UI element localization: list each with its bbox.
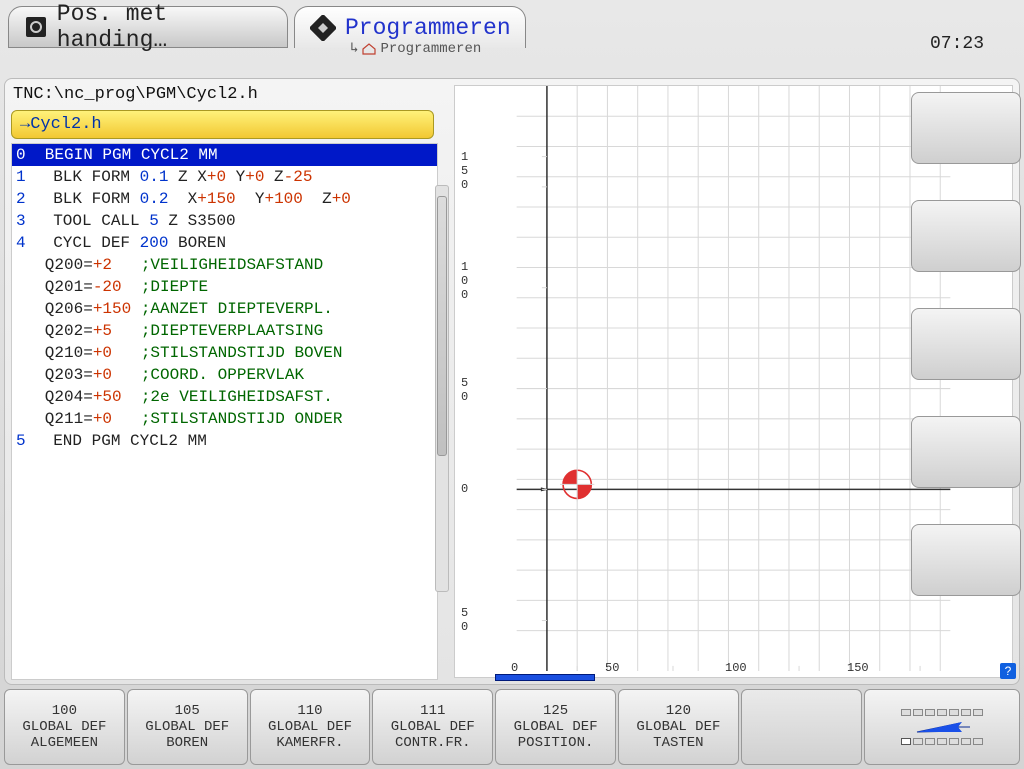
code-line-q201[interactable]: Q201=-20 ;DIEPTE	[12, 276, 437, 298]
softkey-110[interactable]: 110 GLOBAL DEF KAMERFR.	[250, 689, 371, 765]
softkey-105[interactable]: 105 GLOBAL DEF BOREN	[127, 689, 248, 765]
y-tick: 1	[461, 260, 468, 274]
tab-active-label: Programmeren	[345, 15, 511, 41]
code-line-3[interactable]: 3 TOOL CALL 5 Z S3500	[12, 210, 437, 232]
code-line-q202[interactable]: Q202=+5 ;DIEPTEVERPLAATSING	[12, 320, 437, 342]
mode-icon	[23, 13, 49, 41]
softkey-row: 100 GLOBAL DEF ALGEMEEN 105 GLOBAL DEF B…	[4, 689, 1020, 765]
side-button-5[interactable]	[911, 524, 1021, 596]
y-tick: 0	[461, 482, 468, 496]
breadcrumb: ↳ Programmeren	[350, 40, 481, 57]
y-tick: 0	[461, 390, 468, 404]
side-button-3[interactable]	[911, 308, 1021, 380]
scrollbar-thumb[interactable]	[437, 196, 447, 456]
softkey-100[interactable]: 100 GLOBAL DEF ALGEMEEN	[4, 689, 125, 765]
code-line-q211[interactable]: Q211=+0 ;STILSTANDSTIJD ONDER	[12, 408, 437, 430]
main-area: TNC:\nc_prog\PGM\Cycl2.h →Cycl2.h 0 BEGI…	[4, 78, 1020, 685]
code-line-0[interactable]: 0 BEGIN PGM CYCL2 MM	[12, 144, 437, 166]
x-tick: 50	[605, 661, 619, 675]
code-line-q210[interactable]: Q210=+0 ;STILSTANDSTIJD BOVEN	[12, 342, 437, 364]
softkey-empty[interactable]	[741, 689, 862, 765]
code-list[interactable]: 0 BEGIN PGM CYCL2 MM 1 BLK FORM 0.1 Z X+…	[11, 143, 438, 680]
graph-scroll-indicator[interactable]	[495, 674, 595, 681]
header-bar: Pos. met handing… Programmeren ↳ Program…	[0, 0, 1024, 70]
softkey-111[interactable]: 111 GLOBAL DEF CONTR.FR.	[372, 689, 493, 765]
scrollbar[interactable]	[435, 185, 449, 592]
origin-marker	[560, 467, 594, 501]
y-tick: 0	[461, 620, 468, 634]
softkey-nav[interactable]	[864, 689, 1020, 765]
softkey-125[interactable]: 125 GLOBAL DEF POSITION.	[495, 689, 616, 765]
x-tick: 150	[847, 661, 869, 675]
file-tab[interactable]: →Cycl2.h	[11, 110, 434, 139]
y-tick: 0	[461, 288, 468, 302]
code-line-1[interactable]: 1 BLK FORM 0.1 Z X+0 Y+0 Z-25	[12, 166, 437, 188]
graph-ticks	[542, 157, 920, 671]
help-icon[interactable]: ?	[1000, 663, 1016, 679]
y-tick: 0	[461, 178, 468, 192]
code-line-2[interactable]: 2 BLK FORM 0.2 X+150 Y+100 Z+0	[12, 188, 437, 210]
code-line-q206[interactable]: Q206=+150 ;AANZET DIEPTEVERPL.	[12, 298, 437, 320]
nav-dots-bottom	[901, 738, 983, 745]
x-tick: 100	[725, 661, 747, 675]
y-tick: 5	[461, 606, 468, 620]
code-line-q200[interactable]: Q200=+2 ;VEILIGHEIDSAFSTAND	[12, 254, 437, 276]
code-line-q203[interactable]: Q203=+0 ;COORD. OPPERVLAK	[12, 364, 437, 386]
side-button-2[interactable]	[911, 200, 1021, 272]
tab-inactive[interactable]: Pos. met handing…	[8, 6, 288, 48]
side-buttons	[911, 92, 1021, 596]
x-tick: 0	[511, 661, 518, 675]
breadcrumb-text: Programmeren	[380, 41, 481, 57]
code-line-5[interactable]: 5 END PGM CYCL2 MM	[12, 430, 437, 452]
y-tick: 5	[461, 376, 468, 390]
clock: 07:23	[930, 34, 984, 54]
code-pane: TNC:\nc_prog\PGM\Cycl2.h →Cycl2.h 0 BEGI…	[5, 79, 440, 684]
nav-dots-top	[901, 709, 983, 716]
arrow-icon	[912, 718, 972, 736]
arrow-icon: ↳	[350, 40, 358, 57]
code-line-q204[interactable]: Q204=+50 ;2e VEILIGHEIDSAFST.	[12, 386, 437, 408]
softkey-120[interactable]: 120 GLOBAL DEF TASTEN	[618, 689, 739, 765]
y-tick: 0	[461, 274, 468, 288]
y-tick: 5	[461, 164, 468, 178]
program-icon	[309, 14, 337, 42]
code-line-4[interactable]: 4 CYCL DEF 200 BOREN	[12, 232, 437, 254]
y-tick: 1	[461, 150, 468, 164]
home-icon	[362, 43, 376, 55]
side-button-1[interactable]	[911, 92, 1021, 164]
side-button-4[interactable]	[911, 416, 1021, 488]
path-bar: TNC:\nc_prog\PGM\Cycl2.h	[5, 79, 440, 110]
tab-inactive-label: Pos. met handing…	[57, 1, 273, 53]
